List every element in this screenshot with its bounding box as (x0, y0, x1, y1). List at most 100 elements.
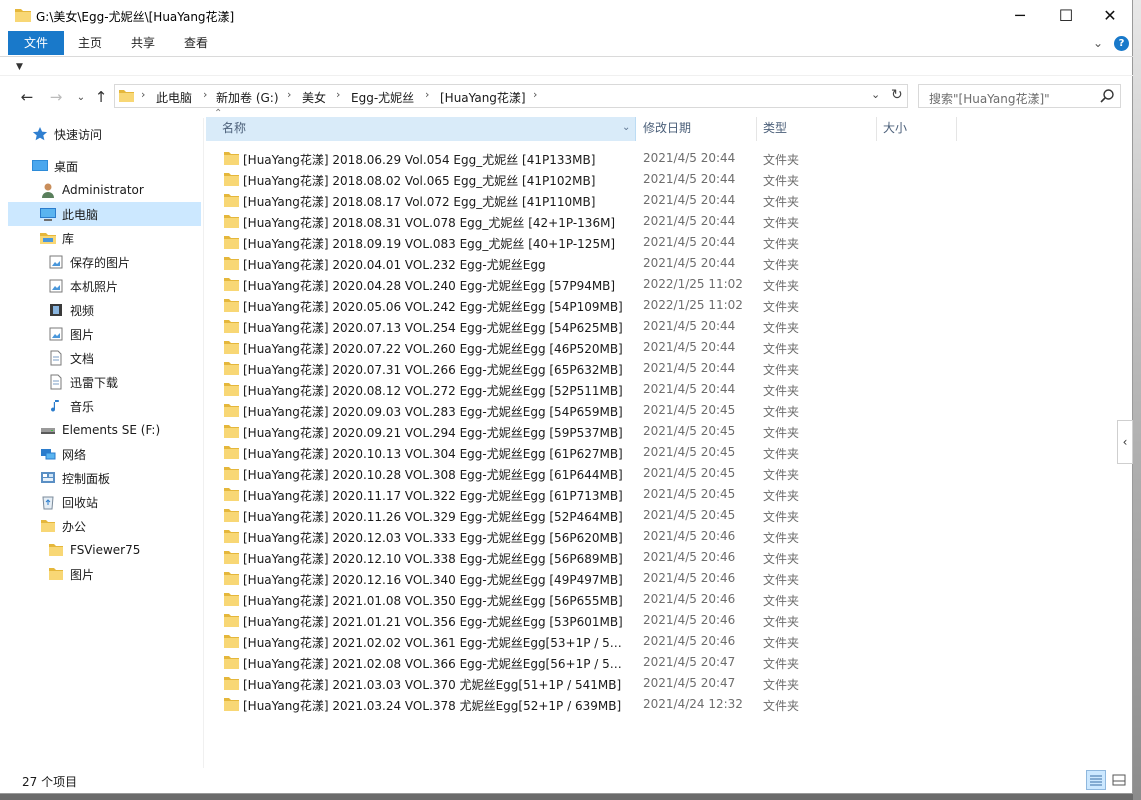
folder-icon (224, 466, 239, 480)
sidebar-item-documents[interactable]: 文档 (48, 346, 94, 370)
sidebar-item-desktop[interactable]: 桌面 (32, 154, 78, 178)
sidebar-item-pictures-folder[interactable]: 图片 (48, 562, 94, 586)
up-button[interactable]: ↑ (90, 86, 112, 108)
sidebar-item-this-pc[interactable]: 此电脑 (8, 202, 201, 226)
file-row[interactable]: [HuaYang花漾] 2020.10.13 VOL.304 Egg-尤妮丝Eg… (206, 442, 966, 463)
quick-access-toolbar-dropdown-icon[interactable]: ▼ (16, 62, 23, 72)
address-bar[interactable]: › 此电脑 › 新加卷 (G:) › 美女 › Egg-尤妮丝 › [HuaYa… (114, 84, 908, 108)
file-row[interactable]: [HuaYang花漾] 2020.12.10 VOL.338 Egg-尤妮丝Eg… (206, 547, 966, 568)
sidebar-item-library[interactable]: 库 (40, 226, 74, 250)
file-date: 2021/4/5 20:45 (643, 403, 736, 417)
maximize-button[interactable]: ☐ (1043, 0, 1089, 31)
sidebar-item-saved-pictures[interactable]: 保存的图片 (48, 250, 130, 274)
tab-share[interactable]: 共享 (118, 31, 168, 55)
sidebar-item-camera-roll[interactable]: 本机照片 (48, 274, 118, 298)
file-row[interactable]: [HuaYang花漾] 2018.08.31 VOL.078 Egg_尤妮丝 [… (206, 211, 966, 232)
file-row[interactable]: [HuaYang花漾] 2020.08.12 VOL.272 Egg-尤妮丝Eg… (206, 379, 966, 400)
file-row[interactable]: [HuaYang花漾] 2020.04.01 VOL.232 Egg-尤妮丝Eg… (206, 253, 966, 274)
sidebar-item-xunlei-downloads[interactable]: 迅雷下载 (48, 370, 118, 394)
chevron-down-icon[interactable]: ⌄ (622, 122, 630, 133)
folder-icon (224, 571, 239, 585)
sidebar-item-fsviewer75[interactable]: FSViewer75 (48, 538, 140, 562)
file-name: [HuaYang花漾] 2021.03.03 VOL.370 尤妮丝Egg[51… (243, 678, 622, 692)
forward-button[interactable]: → (45, 86, 67, 108)
file-row[interactable]: [HuaYang花漾] 2020.07.13 VOL.254 Egg-尤妮丝Eg… (206, 316, 966, 337)
chevron-right-icon[interactable]: › (203, 88, 207, 101)
file-row[interactable]: [HuaYang花漾] 2018.06.29 Vol.054 Egg_尤妮丝 [… (206, 148, 966, 169)
sidebar-item-office[interactable]: 办公 (40, 514, 86, 538)
file-row[interactable]: [HuaYang花漾] 2018.08.17 Vol.072 Egg_尤妮丝 [… (206, 190, 966, 211)
sidebar-item-administrator[interactable]: Administrator (40, 178, 144, 202)
file-row[interactable]: [HuaYang花漾] 2020.07.31 VOL.266 Egg-尤妮丝Eg… (206, 358, 966, 379)
breadcrumb-egg[interactable]: Egg-尤妮丝 (351, 89, 414, 106)
file-row[interactable]: [HuaYang花漾] 2021.02.08 VOL.366 Egg-尤妮丝Eg… (206, 652, 966, 673)
file-row[interactable]: [HuaYang花漾] 2020.12.16 VOL.340 Egg-尤妮丝Eg… (206, 568, 966, 589)
column-header-date[interactable]: 修改日期 (637, 117, 757, 141)
breadcrumb-huayang[interactable]: [HuaYang花漾] (440, 89, 526, 106)
pane-divider[interactable] (203, 118, 204, 768)
breadcrumb-this-pc[interactable]: 此电脑 (156, 89, 192, 106)
column-header-name[interactable]: 名称 (206, 117, 636, 141)
sidebar-item-music[interactable]: 音乐 (48, 394, 94, 418)
chevron-right-icon[interactable]: › (287, 88, 291, 101)
file-row[interactable]: [HuaYang花漾] 2020.11.17 VOL.322 Egg-尤妮丝Eg… (206, 484, 966, 505)
file-type: 文件夹 (763, 699, 800, 713)
file-row[interactable]: [HuaYang花漾] 2021.03.24 VOL.378 尤妮丝Egg[52… (206, 694, 966, 715)
file-row[interactable]: [HuaYang花漾] 2020.07.22 VOL.260 Egg-尤妮丝Eg… (206, 337, 966, 358)
tab-view[interactable]: 查看 (172, 31, 220, 55)
file-row[interactable]: [HuaYang花漾] 2020.05.06 VOL.242 Egg-尤妮丝Eg… (206, 295, 966, 316)
breadcrumb-drive-g[interactable]: 新加卷 (G:) (216, 89, 279, 106)
chevron-right-icon[interactable]: › (533, 88, 537, 101)
file-row[interactable]: [HuaYang花漾] 2020.12.03 VOL.333 Egg-尤妮丝Eg… (206, 526, 966, 547)
sidebar-item-pictures[interactable]: 图片 (48, 322, 94, 346)
chevron-down-icon[interactable]: ⌄ (1093, 36, 1103, 50)
back-button[interactable]: ← (16, 86, 38, 108)
file-row[interactable]: [HuaYang花漾] 2021.01.21 VOL.356 Egg-尤妮丝Eg… (206, 610, 966, 631)
minimize-button[interactable]: ─ (997, 0, 1043, 31)
details-pane-toggle[interactable]: ‹ (1117, 420, 1133, 464)
recent-locations-button[interactable]: ⌄ (70, 86, 92, 108)
drive-icon (40, 422, 56, 438)
file-row[interactable]: [HuaYang花漾] 2020.10.28 VOL.308 Egg-尤妮丝Eg… (206, 463, 966, 484)
file-row[interactable]: [HuaYang花漾] 2020.09.03 VOL.283 Egg-尤妮丝Eg… (206, 400, 966, 421)
title-bar[interactable]: G:\美女\Egg-尤妮丝\[HuaYang花漾] ─ ☐ ✕ (0, 0, 1133, 31)
breadcrumb-meinv[interactable]: 美女 (302, 89, 326, 106)
large-icons-view-button[interactable] (1110, 770, 1128, 790)
refresh-icon[interactable]: ↻ (891, 87, 903, 103)
sidebar-item-elements-drive[interactable]: Elements SE (F:) (40, 418, 160, 442)
column-header-type[interactable]: 类型 (757, 117, 877, 141)
sidebar-item-control-panel[interactable]: 控制面板 (40, 466, 110, 490)
sidebar-item-network[interactable]: 网络 (40, 442, 86, 466)
file-row[interactable]: [HuaYang花漾] 2018.09.19 VOL.083 Egg_尤妮丝 [… (206, 232, 966, 253)
tab-file[interactable]: 文件 (8, 31, 64, 55)
library-icon (40, 230, 56, 246)
details-view-icon (1090, 775, 1102, 786)
file-row[interactable]: [HuaYang花漾] 2020.04.28 VOL.240 Egg-尤妮丝Eg… (206, 274, 966, 295)
close-button[interactable]: ✕ (1087, 0, 1133, 31)
sidebar-item-recycle-bin[interactable]: 回收站 (40, 490, 98, 514)
file-row[interactable]: [HuaYang花漾] 2021.03.03 VOL.370 尤妮丝Egg[51… (206, 673, 966, 694)
tab-home[interactable]: 主页 (66, 31, 114, 55)
file-name: [HuaYang花漾] 2020.11.17 VOL.322 Egg-尤妮丝Eg… (243, 489, 623, 503)
search-icon[interactable] (1099, 88, 1115, 104)
chevron-right-icon[interactable]: › (141, 88, 145, 101)
chevron-right-icon[interactable]: › (425, 88, 429, 101)
column-header-size[interactable]: 大小 (877, 117, 957, 141)
file-name: [HuaYang花漾] 2020.09.21 VOL.294 Egg-尤妮丝Eg… (243, 426, 623, 440)
file-name: [HuaYang花漾] 2020.10.28 VOL.308 Egg-尤妮丝Eg… (243, 468, 623, 482)
file-row[interactable]: [HuaYang花漾] 2021.01.08 VOL.350 Egg-尤妮丝Eg… (206, 589, 966, 610)
file-row[interactable]: [HuaYang花漾] 2020.11.26 VOL.329 Egg-尤妮丝Eg… (206, 505, 966, 526)
sidebar-item-quick-access[interactable]: 快速访问 (32, 122, 102, 146)
search-input[interactable]: 搜索"[HuaYang花漾]" (918, 84, 1121, 108)
file-row[interactable]: [HuaYang花漾] 2021.02.02 VOL.361 Egg-尤妮丝Eg… (206, 631, 966, 652)
file-date: 2021/4/5 20:45 (643, 424, 736, 438)
sidebar-item-videos[interactable]: 视频 (48, 298, 94, 322)
file-name: [HuaYang花漾] 2020.10.13 VOL.304 Egg-尤妮丝Eg… (243, 447, 623, 461)
chevron-right-icon[interactable]: › (336, 88, 340, 101)
file-row[interactable]: [HuaYang花漾] 2020.09.21 VOL.294 Egg-尤妮丝Eg… (206, 421, 966, 442)
file-type: 文件夹 (763, 300, 800, 314)
details-view-button[interactable] (1086, 770, 1106, 790)
file-row[interactable]: [HuaYang花漾] 2018.08.02 Vol.065 Egg_尤妮丝 [… (206, 169, 966, 190)
help-icon[interactable]: ? (1114, 36, 1129, 51)
address-dropdown-icon[interactable]: ⌄ (871, 88, 880, 101)
